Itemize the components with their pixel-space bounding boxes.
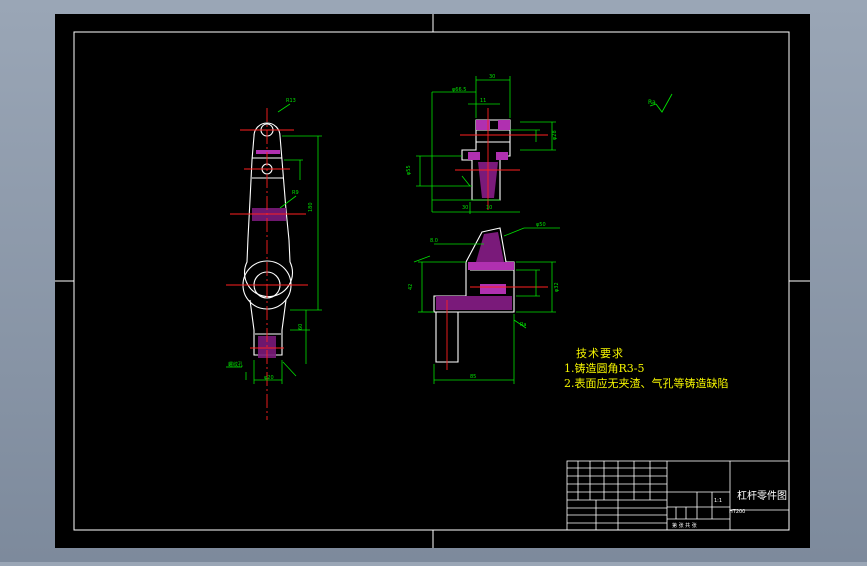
svg-text:11: 11 <box>480 98 486 104</box>
note-item: 1.铸造圆角R3-5 <box>564 362 645 375</box>
drawing-title: 杠杆零件图 <box>737 491 787 502</box>
svg-text:180: 180 <box>308 202 314 212</box>
sheet-label: 第 张 共 张 <box>672 522 697 529</box>
svg-text:Ra: Ra <box>520 322 526 328</box>
svg-text:85: 85 <box>470 374 476 380</box>
svg-text:φ20: φ20 <box>264 375 274 381</box>
svg-text:30: 30 <box>462 205 468 211</box>
notes-title: 技术要求 <box>576 347 624 360</box>
svg-text:R9: R9 <box>292 190 299 196</box>
drawing-canvas[interactable]: 180 60 φ20 R13 R9 螺纹孔 30 φ66.5 11 φ28 φ5… <box>0 0 867 562</box>
svg-text:42: 42 <box>408 284 414 290</box>
svg-text:R13: R13 <box>286 98 296 104</box>
svg-text:φ28: φ28 <box>552 130 558 140</box>
drawing-sheet <box>55 14 810 548</box>
svg-text:φ32: φ32 <box>554 282 560 292</box>
svg-text:φ50: φ50 <box>536 222 546 228</box>
note-item: 2.表面应无夹渣、气孔等铸造缺陷 <box>564 377 729 390</box>
scale-label: 1:1 <box>714 498 722 504</box>
svg-text:60: 60 <box>298 324 304 330</box>
material-label: HT200 <box>729 509 745 515</box>
svg-text:30: 30 <box>489 74 495 80</box>
svg-text:8.0: 8.0 <box>430 238 438 244</box>
cad-viewport[interactable]: 180 60 φ20 R13 R9 螺纹孔 30 φ66.5 11 φ28 φ5… <box>0 0 867 562</box>
svg-text:φ66.5: φ66.5 <box>452 87 466 93</box>
svg-text:螺纹孔: 螺纹孔 <box>228 361 243 368</box>
svg-text:φ55: φ55 <box>406 165 412 175</box>
technical-requirements: 技术要求 1.铸造圆角R3-5 2.表面应无夹渣、气孔等铸造缺陷 <box>564 346 729 391</box>
roughness-label: Ra <box>648 99 656 106</box>
svg-text:10: 10 <box>486 205 492 211</box>
